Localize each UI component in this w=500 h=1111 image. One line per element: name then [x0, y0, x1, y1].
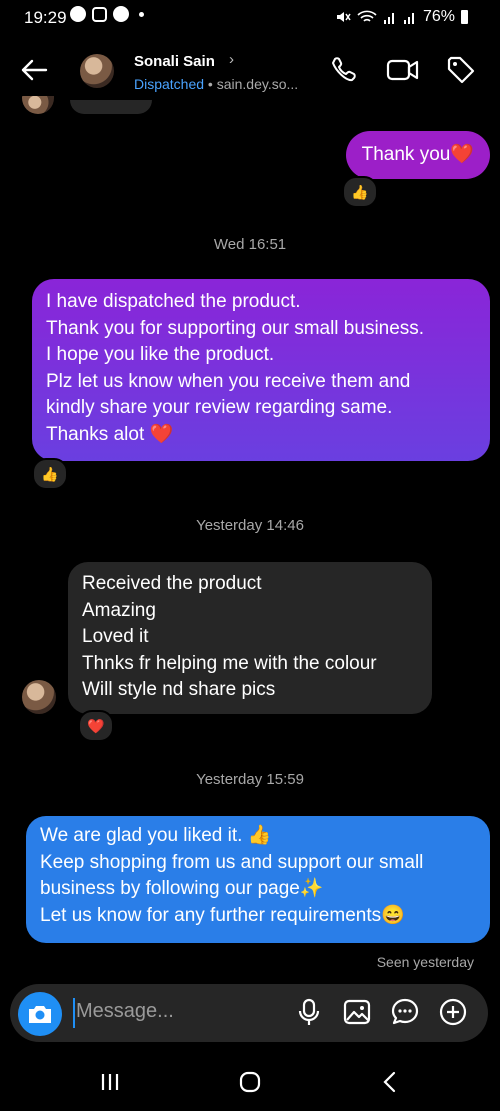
- pinterest-icon: [70, 6, 86, 22]
- timestamp: Yesterday 14:46: [196, 517, 304, 534]
- message-line: Thank you for supporting our small busin…: [46, 317, 425, 339]
- contact-handle: sain.dey.so...: [216, 76, 299, 92]
- message-line: Amazing: [82, 599, 156, 621]
- message-bubble-incoming[interactable]: Received the product Amazing Loved it Th…: [68, 562, 432, 714]
- message-line: Received the product: [82, 573, 262, 594]
- message-line: I hope you like the product.: [46, 344, 275, 365]
- battery-icon: [461, 10, 468, 24]
- signal-icon-2: [403, 13, 414, 24]
- message-text: Thank you❤️: [361, 143, 474, 165]
- back-nav-icon[interactable]: [370, 1064, 410, 1100]
- message-line: Loved it: [82, 626, 149, 647]
- camera-icon: [29, 1006, 51, 1023]
- message-bubble-outgoing[interactable]: I have dispatched the product. Thank you…: [32, 279, 490, 461]
- signal-icon-1: [383, 13, 394, 24]
- message-line: I have dispatched the product.: [46, 291, 301, 312]
- message-line: Thnks fr helping me with the colour: [82, 652, 377, 674]
- sticker-chat-icon[interactable]: [390, 997, 420, 1027]
- previous-sender-avatar: [22, 96, 54, 114]
- reaction-badge[interactable]: 👍: [342, 176, 378, 208]
- message-line: kindly share your review regarding same.: [46, 397, 393, 418]
- battery-percent: 76%: [422, 8, 455, 25]
- thumbs-up-reaction-icon: 👍: [351, 183, 369, 200]
- message-input[interactable]: [76, 1000, 276, 1023]
- video-call-icon[interactable]: [386, 55, 420, 85]
- message-line: Thanks alot ❤️: [46, 423, 174, 445]
- more-notifications-icon: [139, 11, 144, 17]
- reaction-badge[interactable]: 👍: [32, 458, 68, 490]
- phone-call-icon[interactable]: [328, 55, 358, 85]
- microphone-icon[interactable]: [294, 997, 324, 1027]
- timestamp: Wed 16:51: [213, 236, 287, 253]
- message-line: We are glad you liked it. 👍: [40, 825, 272, 846]
- reaction-badge[interactable]: ❤️: [78, 710, 114, 742]
- message-line: Let us know for any further requirements…: [40, 904, 405, 926]
- timestamp: Yesterday 15:59: [196, 771, 304, 788]
- recent-apps-icon[interactable]: [90, 1064, 130, 1100]
- wifi-icon: [357, 10, 377, 22]
- heart-reaction-icon: ❤️: [87, 717, 105, 734]
- message-line: Keep shopping from us and support our sm…: [40, 851, 424, 873]
- message-line: Will style nd share pics: [82, 679, 276, 700]
- tag-label-icon[interactable]: [446, 55, 476, 85]
- instagram-icon: [92, 6, 107, 22]
- account-icon: [113, 6, 129, 22]
- contact-subtitle: Dispatched • sain.dey.so...: [134, 76, 298, 92]
- status-time: 19:29: [24, 8, 67, 27]
- back-arrow-icon[interactable]: [16, 52, 52, 88]
- contact-avatar[interactable]: [80, 54, 114, 88]
- camera-button[interactable]: [18, 992, 62, 1036]
- gallery-icon[interactable]: [342, 997, 372, 1027]
- subtitle-separator: •: [204, 76, 217, 92]
- message-bubble-outgoing[interactable]: Thank you❤️: [345, 131, 490, 179]
- add-plus-icon[interactable]: [438, 997, 468, 1027]
- label-status[interactable]: Dispatched: [134, 76, 204, 92]
- chevron-right-icon[interactable]: ›: [229, 51, 234, 68]
- notification-icons: [70, 6, 144, 22]
- message-bubble-outgoing[interactable]: We are glad you liked it. 👍 Keep shoppin…: [26, 816, 490, 943]
- seen-status: Seen yesterday: [376, 954, 474, 970]
- text-cursor: [73, 998, 75, 1028]
- message-line: Plz let us know when you receive them an…: [46, 370, 411, 392]
- sender-avatar[interactable]: [22, 680, 56, 714]
- home-icon[interactable]: [230, 1064, 270, 1100]
- contact-name[interactable]: Sonali Sain: [134, 53, 215, 70]
- message-line: business by following our page✨: [40, 878, 324, 899]
- mute-icon: [336, 12, 351, 22]
- thumbs-up-reaction-icon: 👍: [41, 465, 59, 482]
- system-status: 76%: [335, 8, 468, 26]
- previous-message-bubble: [70, 100, 152, 114]
